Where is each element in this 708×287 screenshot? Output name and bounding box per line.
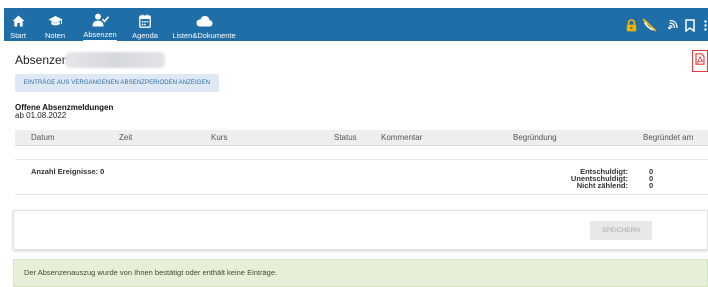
nav-item-agenda[interactable]: Agenda xyxy=(131,8,159,41)
cloud-icon xyxy=(196,12,213,29)
column-header-begruendet-am[interactable]: Begründet am xyxy=(643,133,693,142)
nav-item-absenzen[interactable]: Absenzen xyxy=(82,8,118,41)
table-header: Datum Zeit Kurs Status Kommentar Begründ… xyxy=(15,130,708,146)
nfc-icon[interactable] xyxy=(666,17,679,33)
nav-label-start: Start xyxy=(10,31,26,40)
nav-label-agenda: Agenda xyxy=(132,31,158,40)
more-icon[interactable] xyxy=(703,17,708,33)
stat-label-nicht-zaehlend: Nicht zählend: xyxy=(576,181,628,190)
nav-label-listen-dokumente: Listen&Dokumente xyxy=(172,31,236,40)
bookmark-icon[interactable] xyxy=(684,17,695,33)
stats-labels: Entschuldigt: Unentschuldigt: Nicht zähl… xyxy=(560,168,628,190)
stats-values: 0 0 0 xyxy=(649,168,654,190)
save-card: SPEICHERN xyxy=(13,210,708,250)
lock-icon[interactable] xyxy=(625,17,637,33)
column-header-datum[interactable]: Datum xyxy=(31,133,55,142)
nav-item-listen-dokumente[interactable]: Listen&Dokumente xyxy=(172,8,236,41)
graduation-cap-icon xyxy=(48,12,63,29)
top-navigation-bar: Start Noten Absenzen Agenda Listen&Dokum… xyxy=(4,8,708,41)
redacted-student-name xyxy=(65,52,165,68)
nav-label-absenzen: Absenzen xyxy=(83,30,117,41)
home-icon xyxy=(12,12,25,29)
event-count: Anzahl Ereignisse: 0 xyxy=(31,167,105,176)
info-message: Der Absenzenauszug wurde von Ihnen bestä… xyxy=(13,259,708,287)
stat-value-nicht-zaehlend: 0 xyxy=(649,181,654,190)
table-row-empty xyxy=(15,147,708,160)
column-header-kommentar[interactable]: Kommentar xyxy=(381,133,422,142)
calendar-icon xyxy=(139,12,151,29)
column-header-status[interactable]: Status xyxy=(334,133,357,142)
column-header-begruendung[interactable]: Begründung xyxy=(513,133,557,142)
pdf-export-button[interactable] xyxy=(692,50,708,72)
nav-item-start[interactable]: Start xyxy=(8,8,28,41)
table-divider xyxy=(15,194,708,195)
column-header-kurs[interactable]: Kurs xyxy=(211,133,227,142)
info-message-text: Der Absenzenauszug wurde von Ihnen bestä… xyxy=(24,268,278,277)
nav-item-noten[interactable]: Noten xyxy=(43,8,67,41)
pdf-icon xyxy=(695,52,705,70)
person-check-icon xyxy=(92,12,109,28)
column-header-zeit[interactable]: Zeit xyxy=(119,133,132,142)
show-past-periods-button[interactable]: EINTRÄGE AUS VERGANGENEN ABSENZPERIODEN … xyxy=(15,74,219,92)
no-phone-icon[interactable] xyxy=(641,17,658,33)
save-button[interactable]: SPEICHERN xyxy=(590,221,652,240)
section-subtitle: ab 01.08.2022 xyxy=(15,111,67,120)
nav-label-noten: Noten xyxy=(44,31,65,40)
